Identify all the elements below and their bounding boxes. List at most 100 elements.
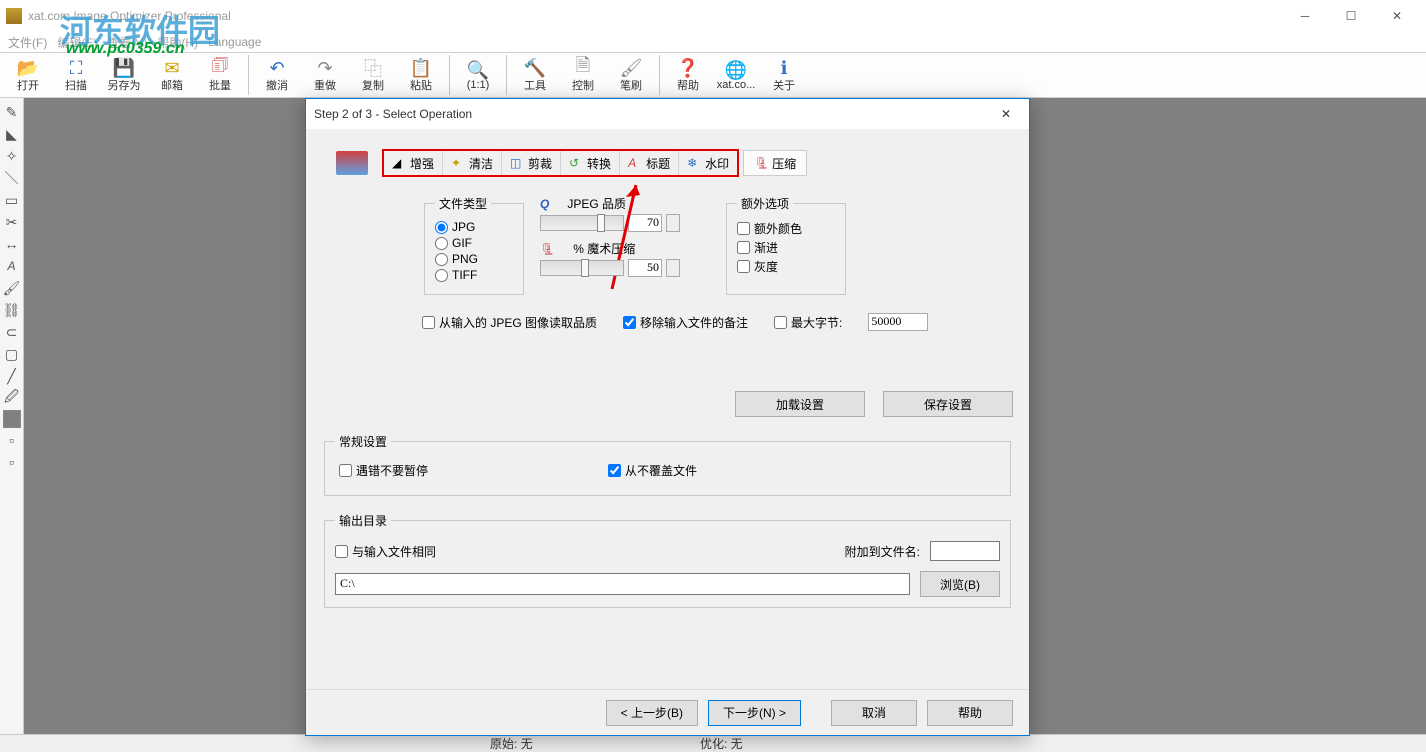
dialog-titlebar: Step 2 of 3 - Select Operation ✕: [306, 99, 1029, 129]
toolbar-batch-button[interactable]: 🗊批量: [196, 53, 244, 97]
toolbar-tools-button[interactable]: 🔨工具: [511, 53, 559, 97]
jpeg-quality-slider[interactable]: [540, 215, 624, 231]
toolbar-zoom-button[interactable]: 🔍(1:1): [454, 53, 502, 97]
tool-rect-icon[interactable]: ▭: [2, 190, 22, 210]
menu-language[interactable]: Language: [204, 35, 265, 49]
tool-shape-icon[interactable]: ▢: [2, 344, 22, 364]
toolbar-saveas-button[interactable]: 💾另存为: [100, 53, 148, 97]
main-titlebar: xat.com Image Optimizer Professional ─ ☐…: [0, 0, 1426, 32]
menu-file[interactable]: 文件(F): [4, 34, 51, 51]
output-path-input[interactable]: C:\: [335, 573, 910, 595]
maximize-button[interactable]: ☐: [1328, 0, 1374, 32]
status-optimized: 优化: 无: [700, 735, 743, 752]
window-title: xat.com Image Optimizer Professional: [28, 9, 1282, 23]
tool-text-icon[interactable]: A: [2, 256, 22, 276]
jpeg-quality-value[interactable]: 70: [628, 214, 662, 232]
checkbox-same-as-input[interactable]: 与输入文件相同: [335, 543, 436, 560]
menu-help[interactable]: 帮助(H): [153, 34, 202, 51]
tab-enhance[interactable]: ◢增强: [384, 151, 443, 175]
tool-pen-icon[interactable]: ╱: [2, 366, 22, 386]
toolbar-about-button[interactable]: ℹ关于: [760, 53, 808, 97]
toolbar-xat-button[interactable]: 🌐xat.co...: [712, 53, 760, 97]
filetype-group: 文件类型 JPG GIF PNG TIFF: [424, 195, 524, 295]
radio-gif[interactable]: GIF: [435, 236, 513, 250]
tab-title[interactable]: A标题: [620, 151, 679, 175]
tool-chain-icon[interactable]: ⛓: [2, 300, 22, 320]
main-close-button[interactable]: ✕: [1374, 0, 1420, 32]
tool-line-icon[interactable]: ＼: [2, 168, 22, 188]
output-legend: 输出目录: [335, 512, 391, 529]
toolbar-control-button[interactable]: 🗎控制: [559, 53, 607, 97]
tab-compress[interactable]: 🗜压缩: [743, 150, 807, 176]
menu-view[interactable]: 查看(V): [103, 34, 151, 51]
tab-clean[interactable]: ✦清洁: [443, 151, 502, 175]
magic-compress-spinner[interactable]: [666, 259, 680, 277]
tool-dropper-icon[interactable]: ✎: [2, 102, 22, 122]
side-toolbox: ✎ ◣ ✧ ＼ ▭ ✂ ↔ A 🖌 ⛓ ⊂ ▢ ╱ 🖉 ▫ ▫: [0, 98, 24, 734]
output-dir-group: 输出目录 与输入文件相同 附加到文件名: C:\ 浏览(B): [324, 512, 1011, 608]
status-original: 原始: 无: [490, 735, 533, 752]
filetype-legend: 文件类型: [435, 195, 491, 212]
tool-crop-icon[interactable]: ✂: [2, 212, 22, 232]
toolbar-redo-button[interactable]: ↷重做: [301, 53, 349, 97]
next-button[interactable]: 下一步(N) >: [708, 700, 801, 726]
toolbar-paste-button[interactable]: 📋粘贴: [397, 53, 445, 97]
checkbox-dont-pause[interactable]: 遇错不要暂停: [339, 462, 428, 479]
toolbar-help-button[interactable]: ❓帮助: [664, 53, 712, 97]
operation-tabs-highlighted: ◢增强 ✦清洁 ◫剪裁 ↺转换 A标题 ❄水印: [382, 149, 739, 177]
tab-crop[interactable]: ◫剪裁: [502, 151, 561, 175]
tool-fill-icon[interactable]: ◣: [2, 124, 22, 144]
tool-brush-icon[interactable]: 🖌: [2, 278, 22, 298]
checkbox-no-overwrite[interactable]: 从不覆盖文件: [608, 462, 697, 479]
magic-compress-slider[interactable]: [540, 260, 624, 276]
wizard-dialog: Step 2 of 3 - Select Operation ✕ ◢增强 ✦清洁…: [305, 98, 1030, 736]
magic-compress-value[interactable]: 50: [628, 259, 662, 277]
cancel-button[interactable]: 取消: [831, 700, 917, 726]
wizard-logo-icon: [322, 151, 382, 175]
toolbar-scan-button[interactable]: ⛶扫描: [52, 53, 100, 97]
dialog-close-button[interactable]: ✕: [991, 99, 1021, 129]
radio-png[interactable]: PNG: [435, 252, 513, 266]
checkbox-maxbytes[interactable]: 最大字节:: [774, 314, 842, 331]
back-button[interactable]: < 上一步(B): [606, 700, 698, 726]
extra-legend: 额外选项: [737, 195, 793, 212]
toolbar-mail-button[interactable]: ✉邮箱: [148, 53, 196, 97]
general-legend: 常规设置: [335, 433, 391, 450]
dialog-footer: < 上一步(B) 下一步(N) > 取消 帮助: [306, 689, 1029, 735]
append-label: 附加到文件名:: [845, 543, 920, 560]
checkbox-progressive[interactable]: 渐进: [737, 239, 835, 256]
tab-watermark[interactable]: ❄水印: [679, 151, 737, 175]
tool-wand-icon[interactable]: ✧: [2, 146, 22, 166]
tool-item-a[interactable]: ▫: [2, 430, 22, 450]
menubar: 文件(F) 编辑(E) 查看(V) 帮助(H) Language: [0, 32, 1426, 52]
browse-button[interactable]: 浏览(B): [920, 571, 1000, 597]
checkbox-remove-comments[interactable]: 移除输入文件的备注: [623, 314, 748, 331]
radio-tiff[interactable]: TIFF: [435, 268, 513, 282]
toolbar-brush-button[interactable]: 🖌笔刷: [607, 53, 655, 97]
toolbar-undo-button[interactable]: ↶撤消: [253, 53, 301, 97]
toolbar-copy-button[interactable]: ⿻复制: [349, 53, 397, 97]
minimize-button[interactable]: ─: [1282, 0, 1328, 32]
checkbox-read-quality[interactable]: 从输入的 JPEG 图像读取品质: [422, 314, 597, 331]
maxbytes-input[interactable]: 50000: [868, 313, 928, 331]
tab-convert[interactable]: ↺转换: [561, 151, 620, 175]
toolbar-open-button[interactable]: 📂打开: [4, 53, 52, 97]
main-toolbar: 📂打开 ⛶扫描 💾另存为 ✉邮箱 🗊批量 ↶撤消 ↷重做 ⿻复制 📋粘贴 🔍(1…: [0, 52, 1426, 98]
tool-item-b[interactable]: ▫: [2, 452, 22, 472]
load-settings-button[interactable]: 加载设置: [735, 391, 865, 417]
tool-move-icon[interactable]: ↔: [2, 234, 22, 254]
general-settings-group: 常规设置 遇错不要暂停 从不覆盖文件: [324, 433, 1011, 496]
menu-edit[interactable]: 编辑(E): [53, 34, 101, 51]
extra-options-group: 额外选项 额外颜色 渐进 灰度: [726, 195, 846, 295]
tool-color-icon[interactable]: 🖉: [2, 388, 22, 408]
checkbox-grayscale[interactable]: 灰度: [737, 258, 835, 275]
jpeg-quality-spinner[interactable]: [666, 214, 680, 232]
radio-jpg[interactable]: JPG: [435, 220, 513, 234]
save-settings-button[interactable]: 保存设置: [883, 391, 1013, 417]
help-button[interactable]: 帮助: [927, 700, 1013, 726]
tool-swatch[interactable]: [3, 410, 21, 428]
dialog-title: Step 2 of 3 - Select Operation: [314, 107, 991, 121]
checkbox-extracolor[interactable]: 额外颜色: [737, 220, 835, 237]
tool-curve-icon[interactable]: ⊂: [2, 322, 22, 342]
append-filename-input[interactable]: [930, 541, 1000, 561]
